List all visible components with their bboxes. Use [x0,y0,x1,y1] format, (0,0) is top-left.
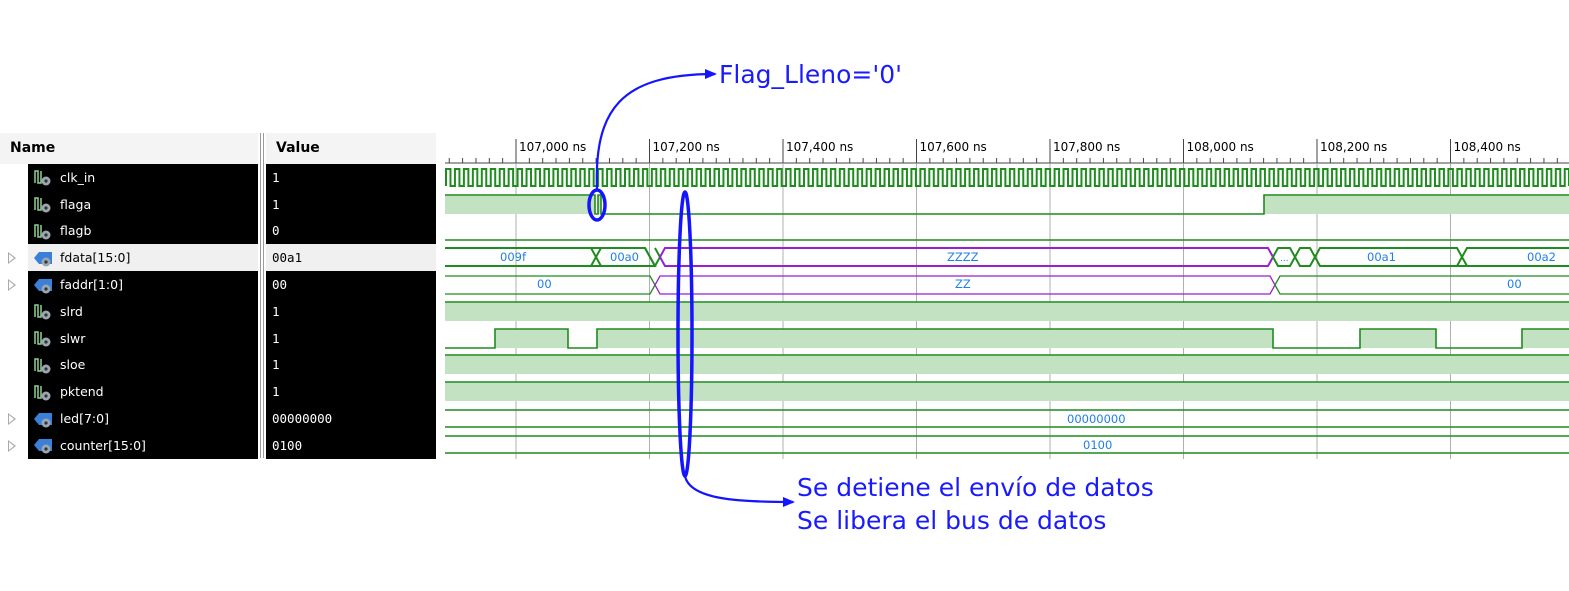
annotation-flag-lleno: Flag_Lleno='0' [719,60,903,89]
flag-highlight-ellipse [587,188,607,222]
flag-arrow [595,69,717,191]
annotation-stop-line2: Se libera el bus de datos [797,506,1107,535]
stop-arrow [683,475,795,507]
stop-highlight-ellipse [676,190,694,478]
annotation-stop-line1: Se detiene el envío de datos [797,473,1154,502]
